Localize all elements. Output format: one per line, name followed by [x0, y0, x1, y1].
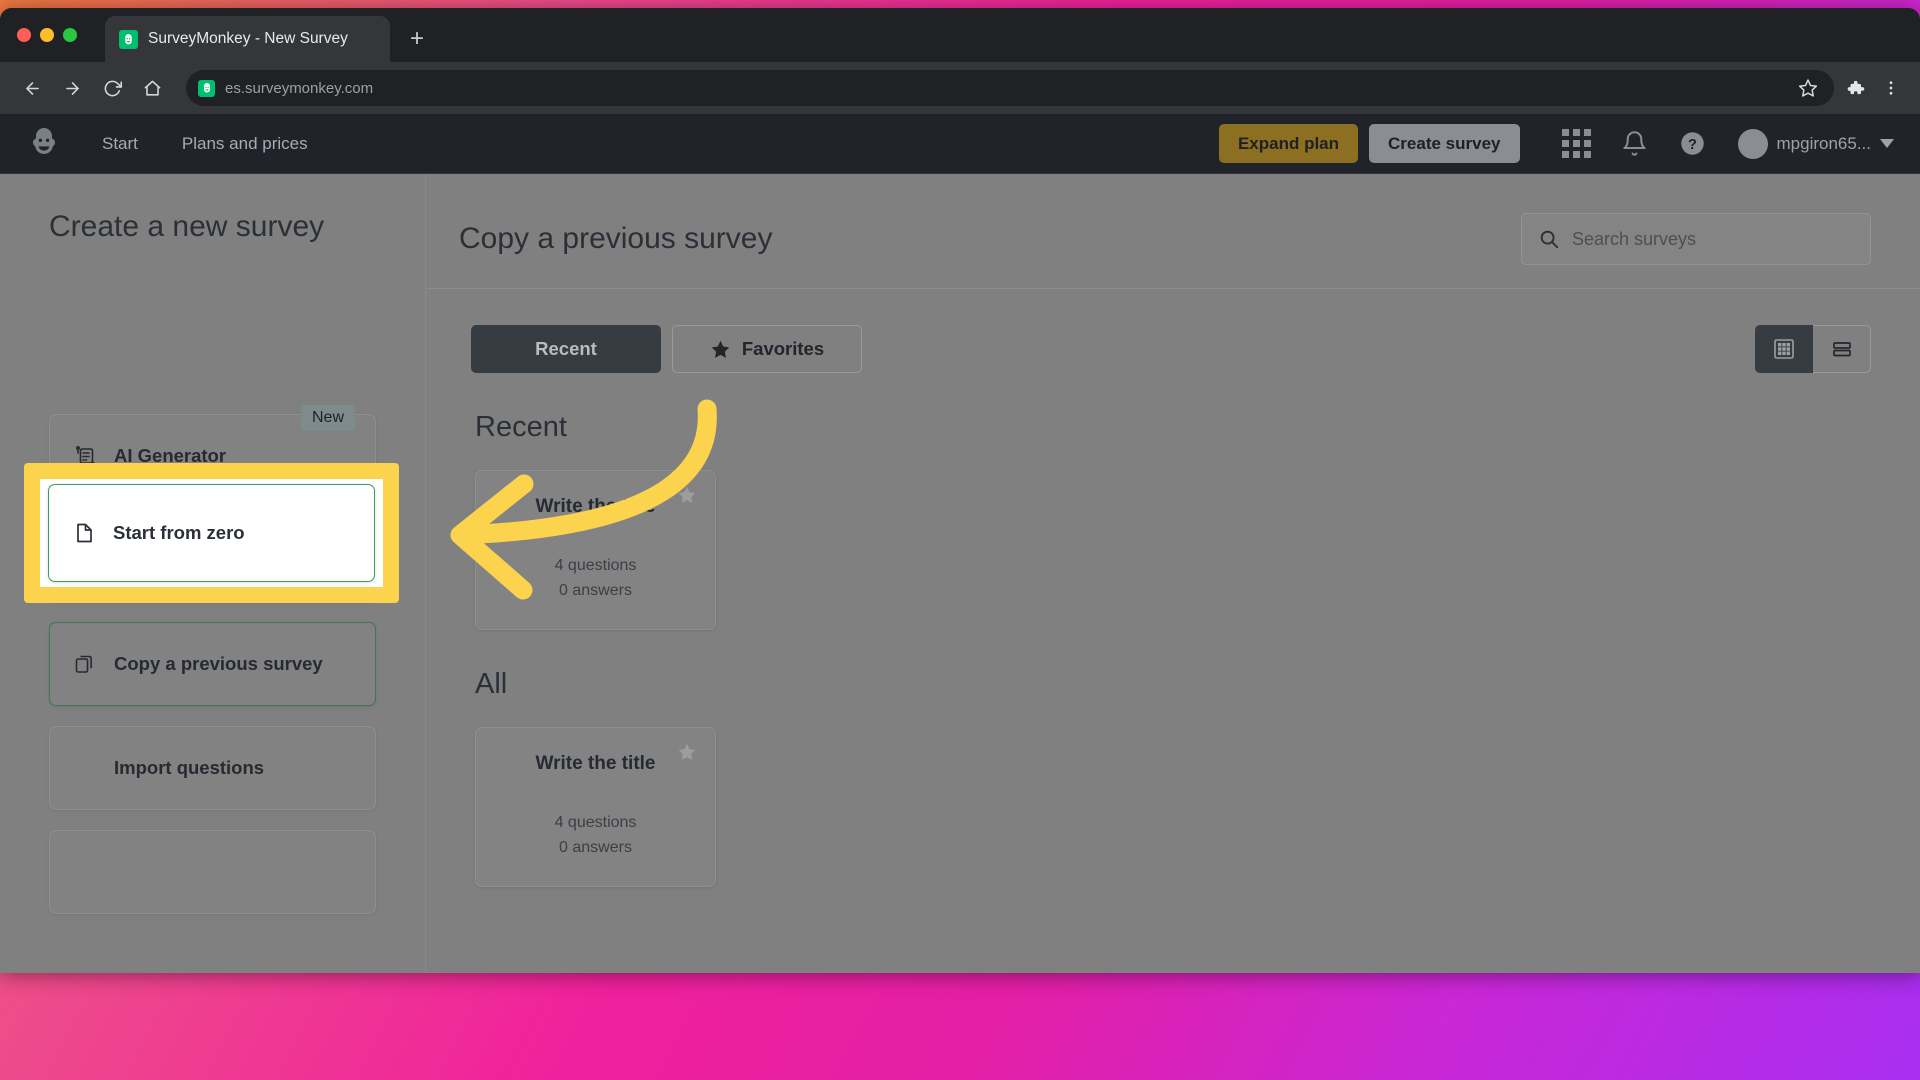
option-card-copy-a-previous-survey[interactable]: Copy a previous survey [49, 622, 376, 706]
option-card-import-questions[interactable]: Import questions [49, 726, 376, 810]
browser-toolbar: es.surveymonkey.com [0, 62, 1920, 114]
surveymonkey-logo-icon[interactable] [22, 124, 66, 164]
star-icon [711, 340, 730, 358]
option-label: Start from zero [113, 522, 245, 543]
page-title: Create a new survey [49, 210, 325, 243]
survey-card[interactable]: Write the title 4 questions 0 answers [475, 727, 716, 887]
browser-tab[interactable]: SurveyMonkey - New Survey [105, 16, 390, 62]
grid-view-button[interactable] [1755, 325, 1813, 373]
address-bar[interactable]: es.surveymonkey.com [186, 70, 1834, 106]
surveymonkey-favicon-icon [119, 29, 138, 49]
survey-card-title: Write the title [535, 496, 656, 518]
user-account-menu[interactable]: mpgiron65... [1737, 128, 1894, 159]
survey-card-grid-all: Write the title 4 questions 0 answers [426, 727, 1920, 887]
section-label-all: All [475, 668, 508, 700]
survey-card-questions: 4 questions [554, 557, 637, 575]
nav-link-plans-and-prices[interactable]: Plans and prices [160, 134, 330, 154]
list-view-button[interactable] [1813, 325, 1871, 373]
address-bar-url: es.surveymonkey.com [225, 79, 374, 97]
copy-previous-survey-panel: Copy a previous survey Search surveys Re… [426, 174, 1920, 973]
survey-card-questions: 4 questions [554, 814, 637, 832]
copy-icon [72, 651, 98, 677]
survey-card-grid-recent: Write the title 4 questions 0 answers [426, 470, 1920, 630]
expand-plan-button[interactable]: Expand plan [1218, 124, 1359, 163]
help-question-icon[interactable]: ? [1670, 121, 1716, 167]
search-icon [1540, 230, 1559, 249]
bookmark-star-icon[interactable] [1798, 78, 1818, 98]
extensions-puzzle-icon[interactable] [1838, 71, 1872, 105]
tab-favorites[interactable]: Favorites [672, 325, 862, 373]
site-favicon-icon [198, 79, 215, 97]
app-top-navigation: Start Plans and prices Expand plan Creat… [0, 114, 1920, 174]
survey-card-title: Write the title [535, 753, 656, 775]
nav-link-start[interactable]: Start [80, 134, 160, 154]
option-card-extra[interactable] [49, 830, 376, 914]
survey-card-answers: 0 answers [559, 582, 632, 599]
search-placeholder: Search surveys [1572, 228, 1697, 249]
avatar [1737, 128, 1768, 159]
back-button[interactable] [14, 70, 50, 106]
forward-button[interactable] [54, 70, 90, 106]
browser-tab-strip: SurveyMonkey - New Survey + [0, 8, 1920, 62]
panel-header: Copy a previous survey Search surveys [426, 206, 1920, 272]
panel-title: Copy a previous survey [459, 222, 773, 255]
browser-tab-title: SurveyMonkey - New Survey [148, 30, 348, 47]
chevron-down-icon [1880, 139, 1894, 148]
page-viewport: Start Plans and prices Expand plan Creat… [0, 114, 1920, 973]
page-icon [71, 520, 97, 546]
tab-recent-label: Recent [535, 338, 597, 359]
grid-view-icon [1774, 339, 1794, 359]
svg-text:?: ? [1688, 137, 1697, 153]
survey-card-answers: 0 answers [559, 839, 632, 856]
browser-menu-icon[interactable] [1876, 79, 1906, 97]
option-card-start-from-zero[interactable]: Start from zero [48, 484, 375, 582]
maximize-window-button[interactable] [63, 28, 77, 42]
start-from-zero-highlight: Start from zero [24, 463, 399, 603]
survey-card[interactable]: Write the title 4 questions 0 answers [475, 470, 716, 630]
option-label: Import questions [114, 757, 265, 778]
window-controls[interactable] [17, 28, 77, 42]
search-surveys-field[interactable]: Search surveys [1521, 213, 1871, 265]
notifications-bell-icon[interactable] [1612, 121, 1658, 167]
reload-button[interactable] [94, 70, 130, 106]
create-survey-button[interactable]: Create survey [1369, 124, 1520, 163]
user-name-label: mpgiron65... [1776, 133, 1872, 153]
favorite-star-icon[interactable] [677, 485, 697, 510]
browser-window: SurveyMonkey - New Survey + es.surveymon… [0, 8, 1920, 973]
view-mode-toggle [1755, 325, 1871, 373]
option-label: Copy a previous survey [114, 653, 323, 674]
new-badge: New [300, 405, 355, 431]
list-view-icon [1832, 342, 1851, 357]
close-window-button[interactable] [17, 28, 31, 42]
survey-creation-options: AI Generator New Buy focused answers [0, 310, 425, 914]
tab-favorites-label: Favorites [741, 338, 825, 359]
section-label-recent: Recent [475, 411, 567, 443]
new-tab-button[interactable]: + [403, 26, 431, 54]
survey-filter-tabs: Recent Favorites [426, 289, 1920, 373]
apps-grid-icon[interactable] [1554, 121, 1600, 167]
minimize-window-button[interactable] [40, 28, 54, 42]
home-button[interactable] [134, 70, 170, 106]
tab-recent[interactable]: Recent [471, 325, 661, 373]
start-from-zero-highlight-inner: Start from zero [40, 479, 383, 587]
favorite-star-icon[interactable] [677, 742, 697, 767]
